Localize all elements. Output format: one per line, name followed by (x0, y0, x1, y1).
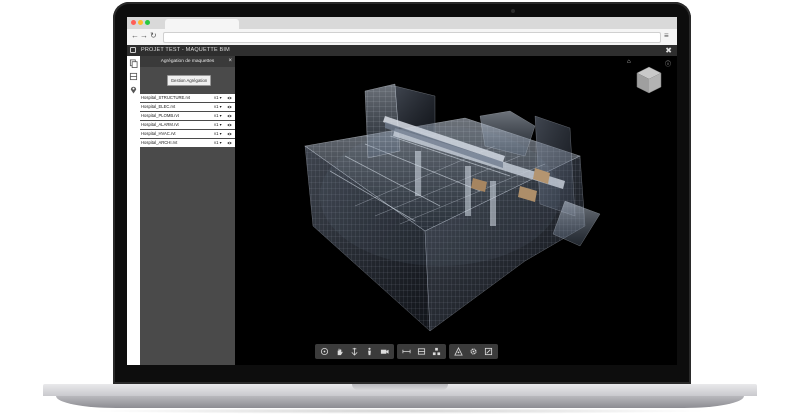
model-name: Hospital_ALARM.rvt (141, 122, 179, 127)
orbit-icon[interactable] (317, 344, 332, 359)
visibility-eye-icon[interactable] (227, 141, 232, 145)
laptop-shadow (90, 408, 710, 414)
model-row[interactable]: Hospital_ALARM.rvt v1 ▾ (140, 121, 235, 130)
laptop-camera (511, 9, 515, 13)
window-close-dot[interactable] (131, 20, 136, 25)
toolbar-group-tools (397, 344, 446, 359)
back-icon[interactable]: ← (131, 31, 139, 41)
model-name: Hospital_HVAC.rvt (141, 131, 176, 136)
reload-icon[interactable]: ↻ (150, 31, 157, 41)
model-version-select[interactable]: v1 ▾ (214, 130, 222, 138)
model-row[interactable]: Hospital_STRUCTURE.rvt v1 ▾ (140, 94, 235, 103)
viewcube-icon[interactable] (635, 65, 663, 95)
model-version-select[interactable]: v1 ▾ (214, 121, 222, 129)
laptop-base-bottom (56, 396, 744, 408)
app-header: PROJET TEST - MAQUETTE BIM ✖ (127, 45, 677, 56)
visibility-eye-icon[interactable] (227, 96, 232, 100)
visibility-eye-icon[interactable] (227, 114, 232, 118)
aggregation-panel: Agrégation de maquettes × Gestion Agréga… (140, 56, 235, 365)
window-minimize-dot[interactable] (138, 20, 143, 25)
measure-icon[interactable] (399, 344, 414, 359)
3d-viewer[interactable]: ⌂ ⓘ (235, 56, 677, 365)
model-list: Hospital_STRUCTURE.rvt v1 ▾ Hospital_ELEC.… (140, 94, 235, 148)
model-version-select[interactable]: v1 ▾ (214, 94, 222, 102)
model-name: Hospital_PLOMB.rvt (141, 113, 179, 118)
address-bar[interactable] (163, 32, 661, 43)
model-version-select[interactable]: v1 ▾ (214, 112, 222, 120)
layers-icon[interactable] (129, 72, 138, 81)
model-browser-icon[interactable] (451, 344, 466, 359)
visibility-eye-icon[interactable] (227, 123, 232, 127)
model-version-select[interactable]: v1 ▾ (214, 139, 222, 147)
location-pin-icon[interactable] (129, 85, 138, 94)
visibility-eye-icon[interactable] (227, 132, 232, 136)
toolbar-group-navigation (315, 344, 394, 359)
laptop-screen: ← → ↻ ≡ PROJET TEST - MAQUETTE BIM ✖ Agr… (127, 17, 677, 365)
pan-icon[interactable] (332, 344, 347, 359)
model-name: Hospital_ELEC.rvt (141, 104, 176, 109)
explode-icon[interactable] (429, 344, 444, 359)
model-row[interactable]: Hospital_HVAC.rvt v1 ▾ (140, 130, 235, 139)
browser-tab[interactable] (165, 19, 239, 29)
model-name: Hospital_STRUCTURE.rvt (141, 95, 191, 100)
model-row[interactable]: Hospital_ELEC.rvt v1 ▾ (140, 103, 235, 112)
browser-nav-bar: ← → ↻ ≡ (127, 29, 677, 46)
app-title: PROJET TEST - MAQUETTE BIM (141, 47, 230, 53)
laptop-notch (352, 384, 448, 390)
viewer-toolbar (315, 344, 498, 359)
close-icon[interactable]: ✖ (665, 45, 672, 56)
bim-model-render[interactable] (235, 56, 677, 365)
window-zoom-dot[interactable] (145, 20, 150, 25)
info-icon[interactable]: ⓘ (665, 59, 671, 68)
model-row[interactable]: Hospital_PLOMB.rvt v1 ▾ (140, 112, 235, 121)
model-row[interactable]: Hospital_ARCHI.rvt v1 ▾ (140, 139, 235, 148)
left-tool-rail (127, 56, 141, 365)
model-name: Hospital_ARCHI.rvt (141, 140, 178, 145)
hamburger-menu-icon[interactable]: ≡ (664, 31, 672, 41)
visibility-eye-icon[interactable] (227, 105, 232, 109)
camera-icon[interactable] (377, 344, 392, 359)
app-logo-icon (130, 47, 136, 53)
forward-icon[interactable]: → (140, 31, 148, 41)
settings-icon[interactable] (466, 344, 481, 359)
copy-documents-icon[interactable] (129, 59, 138, 68)
browser-tab-row (127, 17, 677, 29)
panel-title: Agrégation de maquettes (160, 59, 215, 64)
section-icon[interactable] (414, 344, 429, 359)
home-icon[interactable]: ⌂ (627, 59, 631, 65)
panel-header: Agrégation de maquettes × (140, 56, 235, 67)
first-person-icon[interactable] (362, 344, 377, 359)
toolbar-group-settings (449, 344, 498, 359)
zoom-icon[interactable] (347, 344, 362, 359)
fullscreen-icon[interactable] (481, 344, 496, 359)
panel-close-icon[interactable]: × (228, 56, 232, 67)
browser-chrome: ← → ↻ ≡ (127, 17, 677, 46)
manage-aggregation-button[interactable]: Gestion Agrégation (167, 75, 211, 86)
model-version-select[interactable]: v1 ▾ (214, 103, 222, 111)
